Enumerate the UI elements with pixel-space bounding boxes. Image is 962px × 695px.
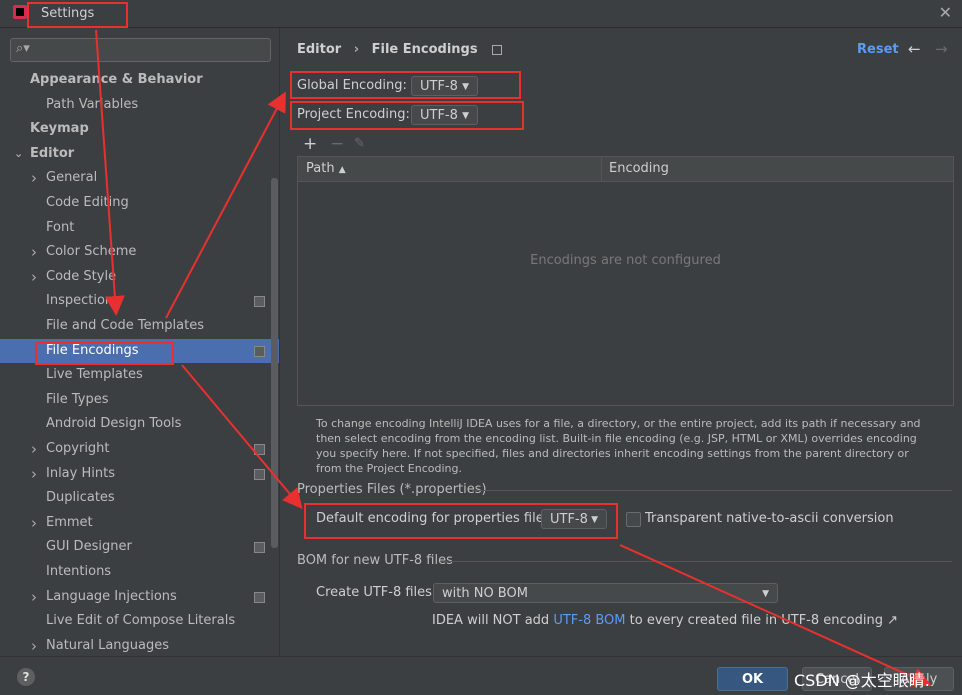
arrow-to-apply	[619, 544, 932, 687]
annotation-arrows	[95, 29, 932, 687]
arrow-title-to-file-encodings	[95, 29, 125, 316]
csdn-watermark: CSDN @太空眼睛.	[794, 671, 930, 690]
arrow-to-properties-encoding	[181, 364, 303, 510]
arrow-to-global-encoding	[165, 91, 286, 319]
